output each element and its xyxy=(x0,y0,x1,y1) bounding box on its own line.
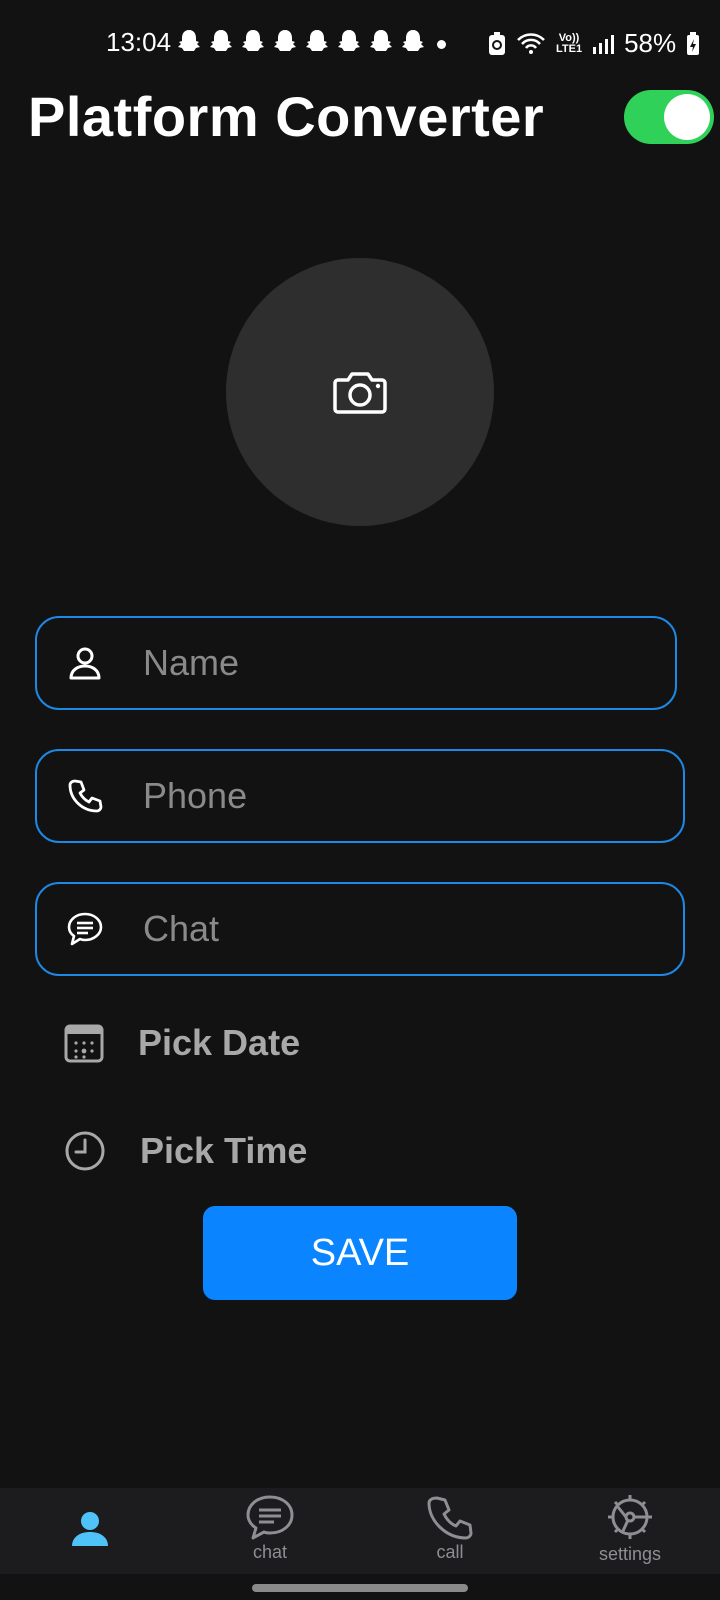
chat-icon xyxy=(246,1495,294,1540)
settings-icon xyxy=(608,1495,652,1539)
network-label: LTE1 xyxy=(556,42,583,55)
snapchat-icon xyxy=(402,30,424,51)
volte-label: Vo)) xyxy=(558,31,580,44)
battery-percent: 58% xyxy=(624,28,677,58)
chat-icon xyxy=(67,912,103,946)
pick-time-label: Pick Time xyxy=(140,1130,308,1171)
nav-chat-label: chat xyxy=(252,1542,288,1562)
theme-toggle[interactable] xyxy=(624,90,714,144)
pick-date-button[interactable]: Pick Date xyxy=(64,1022,300,1064)
profile-photo-picker[interactable] xyxy=(226,258,494,526)
chat-placeholder: Chat xyxy=(143,908,220,949)
lte-indicator: Vo)) LTE1 xyxy=(556,31,583,55)
snapchat-icon xyxy=(338,30,360,51)
camera-icon xyxy=(333,372,387,414)
snapchat-icon xyxy=(210,30,232,51)
snapchat-icon xyxy=(370,30,392,51)
recycle-icon xyxy=(489,31,505,55)
person-icon xyxy=(69,647,101,680)
phone-field[interactable]: Phone xyxy=(35,749,685,843)
wifi-icon xyxy=(517,32,545,54)
page-title: Platform Converter xyxy=(28,85,545,148)
system-icons: Vo)) LTE1 58% xyxy=(488,28,700,59)
signal-icon xyxy=(593,34,615,54)
snapchat-icon xyxy=(274,30,296,51)
nav-call[interactable]: call xyxy=(360,1488,540,1574)
calendar-icon xyxy=(64,1024,104,1063)
toggle-knob xyxy=(664,94,710,140)
nav-contacts[interactable] xyxy=(0,1488,180,1574)
status-bar: 13:04 Vo)) LTE1 58% xyxy=(0,0,720,88)
phone-icon xyxy=(68,779,103,813)
nav-settings[interactable]: settings xyxy=(540,1488,720,1574)
nav-settings-label: settings xyxy=(598,1544,662,1564)
snapchat-icon xyxy=(242,30,264,51)
snapchat-icon xyxy=(178,30,200,51)
pick-time-button[interactable]: Pick Time xyxy=(64,1130,307,1172)
person-icon xyxy=(72,1512,108,1546)
phone-icon xyxy=(427,1496,473,1540)
status-time: 13:04 xyxy=(106,27,172,57)
home-indicator[interactable] xyxy=(252,1584,468,1592)
snapchat-icon xyxy=(306,30,328,51)
name-placeholder: Name xyxy=(143,642,240,683)
notification-icons xyxy=(176,28,426,56)
name-field[interactable]: Name xyxy=(35,616,677,710)
battery-charging-icon xyxy=(687,31,700,55)
bottom-nav: chat call settings xyxy=(0,1488,720,1574)
pick-date-label: Pick Date xyxy=(138,1022,301,1063)
phone-placeholder: Phone xyxy=(143,775,248,816)
save-button[interactable]: SAVE xyxy=(203,1206,517,1300)
nav-call-label: call xyxy=(436,1542,464,1562)
nav-chat[interactable]: chat xyxy=(180,1488,360,1574)
more-notifications-dot xyxy=(437,40,446,49)
chat-field[interactable]: Chat xyxy=(35,882,685,976)
clock-icon xyxy=(65,1131,105,1171)
